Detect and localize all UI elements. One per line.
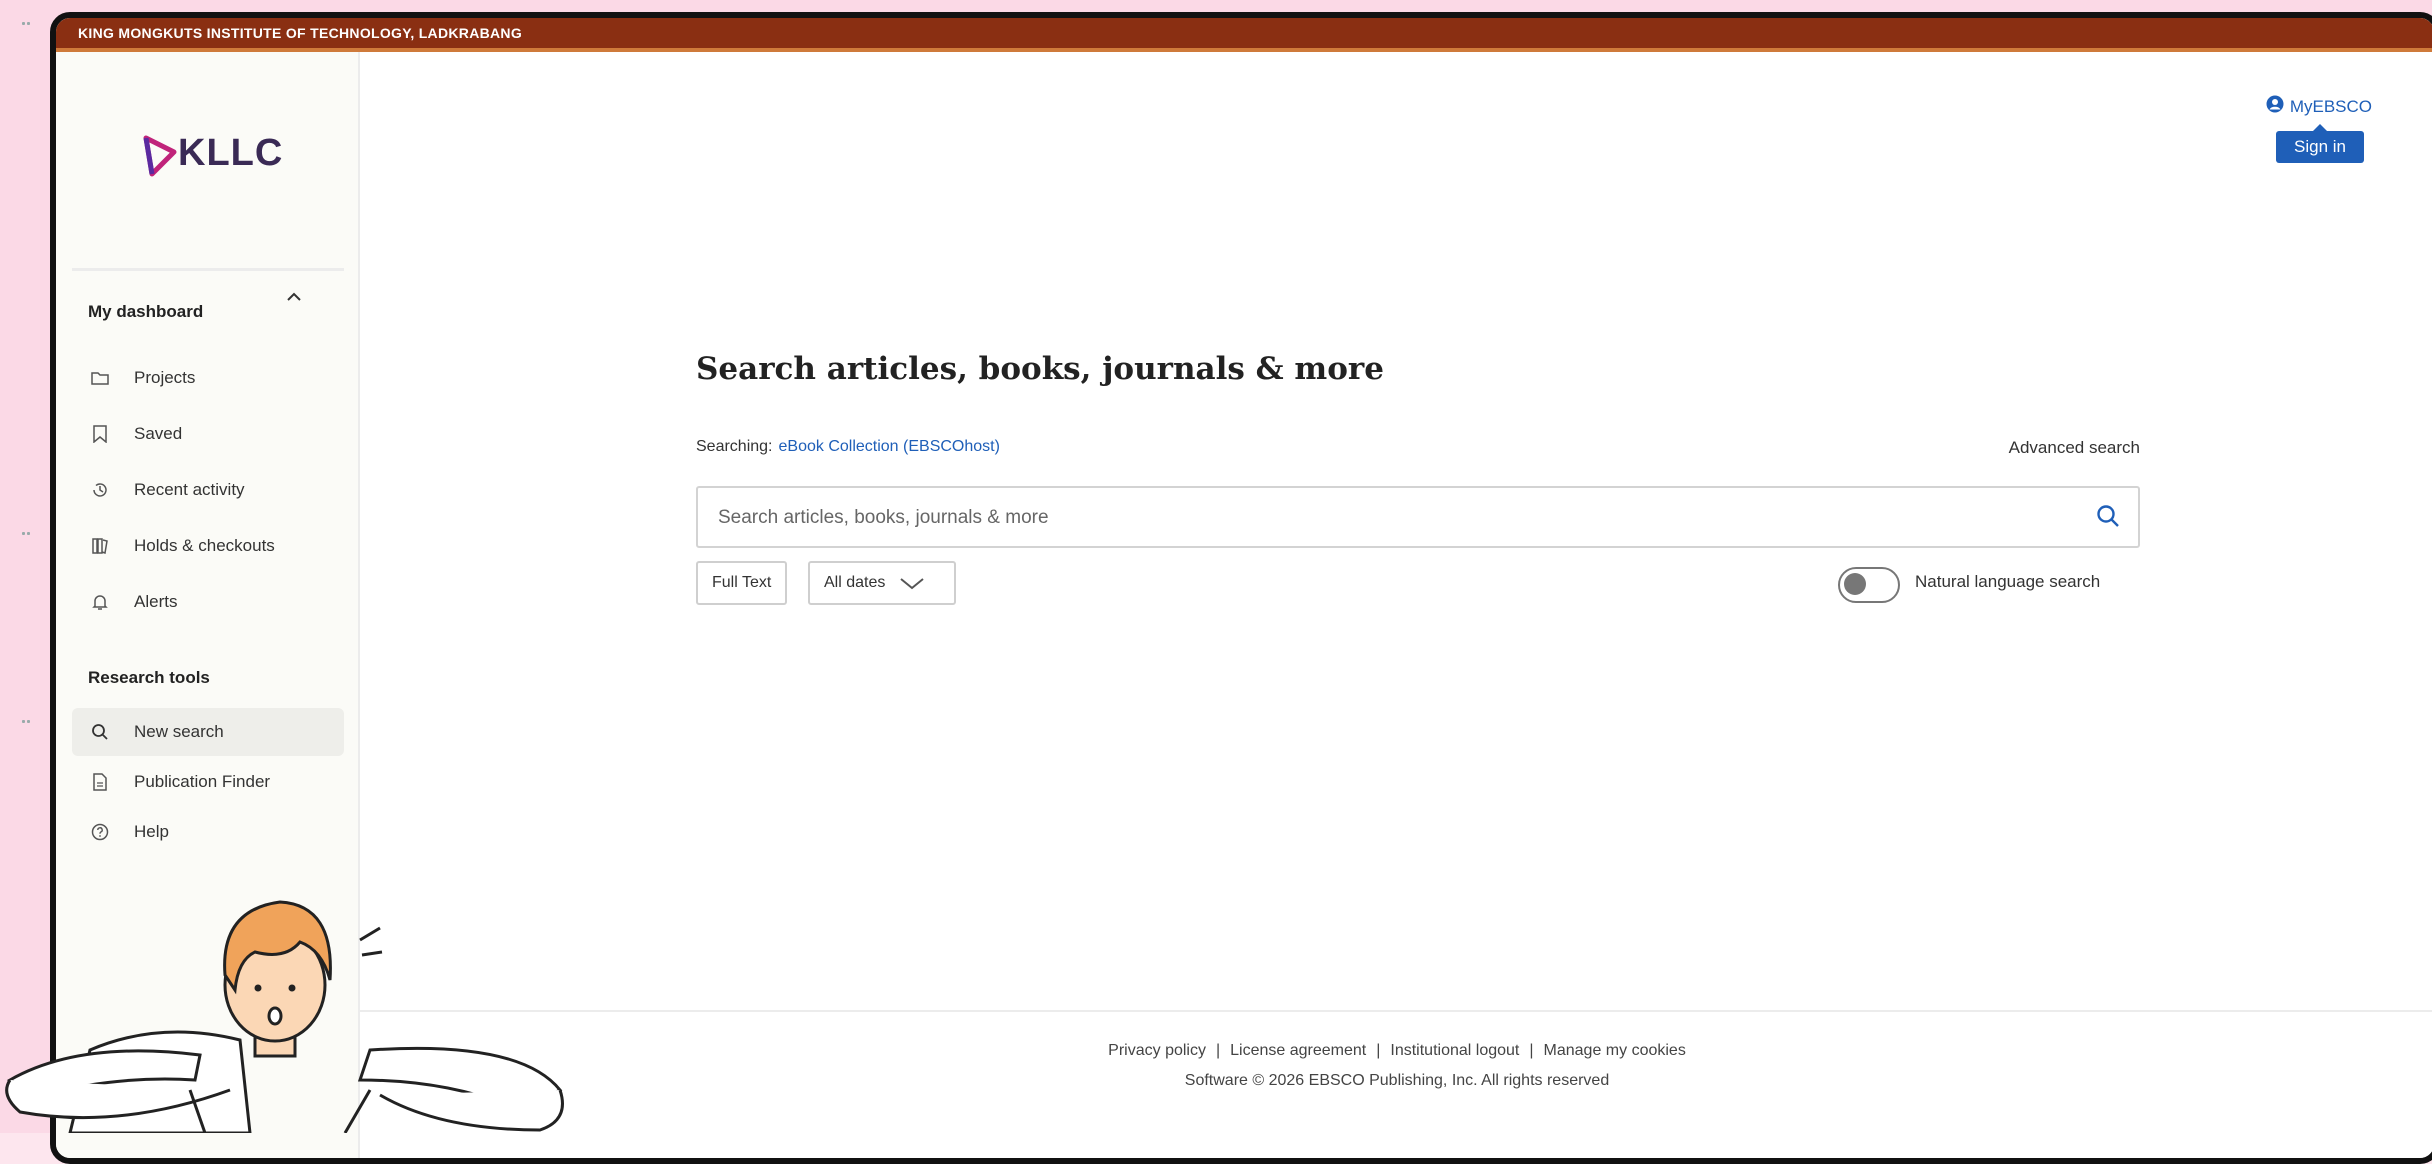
decorative-dots xyxy=(22,710,36,723)
natural-language-label: Natural language search xyxy=(1915,572,2101,591)
database-link[interactable]: eBook Collection (EBSCOhost) xyxy=(779,438,1000,455)
document-icon xyxy=(90,772,110,792)
research-tools-heading: Research tools xyxy=(88,668,210,687)
main-content: MyEBSCO Sign in Search articles, books, … xyxy=(360,52,2432,1158)
sidebar-item-saved[interactable]: Saved xyxy=(72,410,344,458)
sidebar-item-label: Help xyxy=(134,822,169,841)
sidebar-item-help[interactable]: Help xyxy=(72,808,344,856)
full-text-filter[interactable]: Full Text xyxy=(696,561,788,605)
search-title: Search articles, books, journals & more xyxy=(696,351,1384,387)
sidebar-item-projects[interactable]: Projects xyxy=(72,354,344,402)
sidebar-divider xyxy=(72,268,344,271)
sidebar-item-label: Holds & checkouts xyxy=(134,536,275,555)
footer-links: Privacy policy | License agreement | Institu… xyxy=(1108,1042,1686,1059)
books-icon xyxy=(90,536,110,556)
sidebar-item-label: Saved xyxy=(134,424,183,443)
history-icon xyxy=(90,480,110,500)
myebsco-link[interactable]: MyEBSCO xyxy=(2266,95,2372,118)
sidebar-item-recent-activity[interactable]: Recent activity xyxy=(72,466,344,514)
date-filter-dropdown[interactable]: All dates xyxy=(808,561,956,605)
logo-mark-icon xyxy=(143,135,177,177)
sidebar-item-holds-checkouts[interactable]: Holds & checkouts xyxy=(72,522,344,570)
institutional-logout-link[interactable]: Institutional logout xyxy=(1390,1042,1519,1059)
dashboard-heading: My dashboard xyxy=(88,302,204,321)
natural-language-toggle[interactable] xyxy=(1838,567,1900,603)
decorative-dots xyxy=(22,12,36,25)
date-filter-label: All dates xyxy=(824,574,886,591)
license-agreement-link[interactable]: License agreement xyxy=(1230,1042,1366,1059)
advanced-search-link[interactable]: Advanced search xyxy=(1964,438,2140,458)
search-icon xyxy=(90,722,110,742)
institution-bar: KING MONGKUTS INSTITUTE OF TECHNOLOGY, L… xyxy=(56,18,2432,48)
kllc-logo[interactable]: KLLC xyxy=(142,126,282,186)
folder-icon xyxy=(90,368,110,388)
chevron-down-icon xyxy=(900,578,925,590)
copyright-text: Software © 2026 EBSCO Publishing, Inc. A… xyxy=(1184,1072,1610,1089)
sidebar-item-label: Projects xyxy=(134,368,196,387)
sidebar-item-alerts[interactable]: Alerts xyxy=(72,578,344,626)
search-icon[interactable] xyxy=(2096,504,2120,528)
search-input[interactable] xyxy=(698,488,2080,548)
toggle-knob xyxy=(1844,573,1866,595)
sidebar-item-publication-finder[interactable]: Publication Finder xyxy=(72,758,344,806)
searching-label: Searching: xyxy=(696,438,773,455)
myebsco-label: MyEBSCO xyxy=(2289,96,2372,116)
chevron-up-icon[interactable] xyxy=(286,292,302,302)
bookmark-icon xyxy=(90,424,110,444)
sidebar-item-label: Publication Finder xyxy=(134,772,271,791)
footer: Privacy policy | License agreement | Institu… xyxy=(360,1010,2432,1158)
logo-text: KLLC xyxy=(178,132,284,174)
bell-icon xyxy=(90,592,110,612)
user-circle-icon xyxy=(2266,95,2284,118)
decorative-dots xyxy=(22,522,36,535)
search-box xyxy=(696,486,2140,548)
manage-cookies-link[interactable]: Manage my cookies xyxy=(1544,1042,1686,1059)
sidebar-item-new-search[interactable]: New search xyxy=(72,708,344,756)
sidebar-item-label: Recent activity xyxy=(134,480,245,499)
privacy-policy-link[interactable]: Privacy policy xyxy=(1108,1042,1206,1059)
sidebar-item-label: Alerts xyxy=(134,592,178,611)
help-icon xyxy=(90,822,110,842)
sign-in-button[interactable]: Sign in xyxy=(2276,124,2364,163)
cartoon-person-illustration xyxy=(5,900,564,1133)
searching-info: Searching: eBook Collection (EBSCOhost) xyxy=(696,438,1000,456)
sidebar-item-label: New search xyxy=(134,722,224,741)
